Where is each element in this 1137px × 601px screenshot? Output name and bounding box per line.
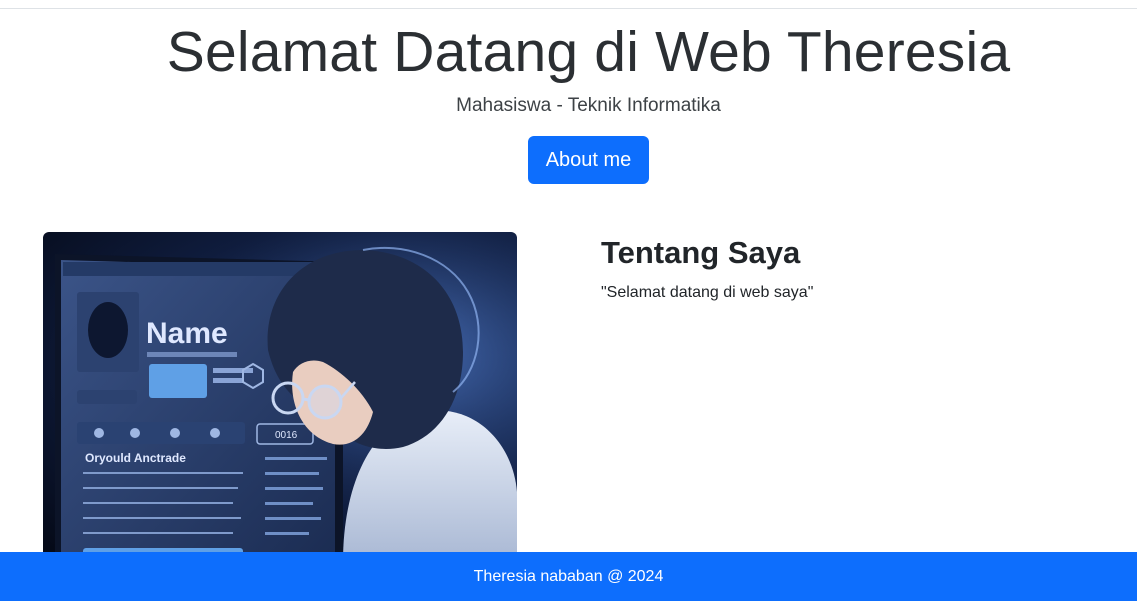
- profile-illustration: Name 0016 Oryould Anctrade: [43, 232, 517, 562]
- about-heading: Tentang Saya: [601, 235, 801, 270]
- footer-text: Theresia nababan @ 2024: [473, 567, 664, 585]
- page: Selamat Datang di Web Theresia Mahasiswa…: [0, 0, 1137, 601]
- about-quote: "Selamat datang di web saya": [601, 284, 814, 301]
- hero-title: Selamat Datang di Web Theresia: [166, 20, 1011, 84]
- screen-name-text: Name: [146, 317, 228, 350]
- top-divider: [0, 8, 1137, 9]
- screen-section-text: Oryould Anctrade: [85, 451, 186, 465]
- screen-value-text: 0016: [275, 430, 298, 441]
- profile-illustration-art: Name 0016 Oryould Anctrade: [43, 232, 517, 562]
- footer: Theresia nababan @ 2024: [0, 552, 1137, 601]
- about-me-button[interactable]: About me: [528, 136, 649, 184]
- hero-subtitle: Mahasiswa - Teknik Informatika: [456, 95, 721, 116]
